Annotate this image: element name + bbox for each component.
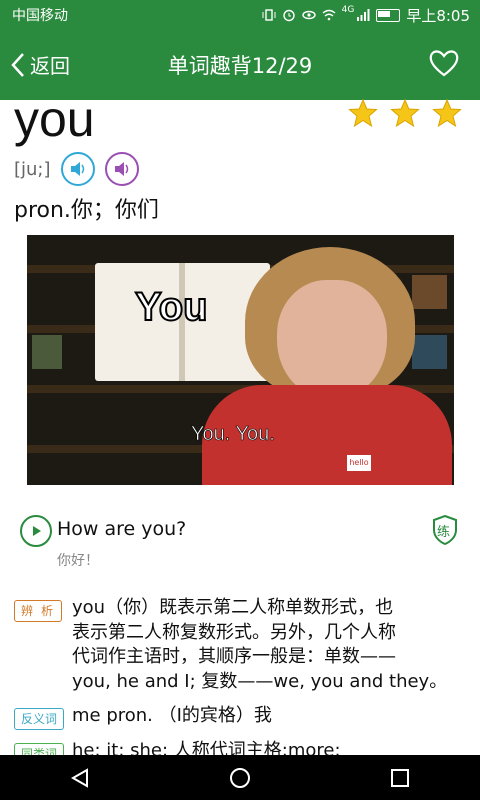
example-translation: 你好！ <box>57 553 99 569</box>
nav-back-button[interactable] <box>65 763 95 793</box>
play-example-button[interactable] <box>20 515 52 547</box>
analysis-line: you（你）既表示第二人称单数形式，也 <box>72 597 394 618</box>
star-icon <box>390 98 420 128</box>
presenter-face <box>277 280 387 400</box>
status-icons: 4G 早上8:05 <box>262 5 470 26</box>
nav-recents-button[interactable] <box>385 763 415 793</box>
circle-home-icon <box>230 767 250 788</box>
square-recents-icon <box>391 768 409 787</box>
triangle-back-icon <box>70 767 88 788</box>
video-player[interactable]: You You. You. hello <box>27 235 454 485</box>
phonetic: [ju;] <box>14 158 51 180</box>
antonym-text: me pron. （I的宾格）我 <box>72 705 272 726</box>
practice-label: 练 <box>437 525 451 540</box>
analysis-text: you（你）既表示第二人称单数形式，也 表示第二人称复数形式。另外，几个人称 代… <box>72 596 464 694</box>
book <box>412 335 447 369</box>
analysis-tag: 辨析 <box>14 600 63 622</box>
rating-stars <box>348 98 462 128</box>
speaker-icon <box>114 162 128 176</box>
antonym-tag: 反义词 <box>14 708 65 730</box>
analysis-line: you, he and I; 复数——we, you and they。 <box>72 670 448 692</box>
analysis-line: 表示第二人称复数形式。另外，几个人称 <box>72 621 396 643</box>
wifi-icon <box>322 9 336 21</box>
phonetic-row: [ju;] <box>14 152 139 186</box>
status-bar: 中国移动 4G 早上8:05 <box>0 0 480 30</box>
signal-icon <box>357 9 370 21</box>
network-type: 4G <box>341 4 355 15</box>
uk-pronunciation-button[interactable] <box>60 152 95 186</box>
overlay-word: You <box>134 284 209 330</box>
star-icon <box>348 98 378 128</box>
book <box>412 275 447 309</box>
nav-home-button[interactable] <box>225 763 255 793</box>
star-icon <box>432 98 462 128</box>
battery-icon <box>376 8 401 22</box>
carrier-name: 中国移动 <box>12 8 68 24</box>
play-icon <box>33 526 41 536</box>
example-sentence: How are you? <box>57 518 187 540</box>
vibrate-icon <box>262 9 276 21</box>
eye-icon <box>301 10 316 20</box>
heart-icon[interactable] <box>428 48 460 78</box>
word-meaning: pron.你；你们 <box>14 198 159 223</box>
name-tag: hello <box>345 453 373 473</box>
clock: 早上8:05 <box>406 6 470 25</box>
analysis-line: 代词作主语时，其顺序一般是：单数—— <box>72 646 396 667</box>
us-pronunciation-button[interactable] <box>104 152 139 186</box>
word-title: you <box>14 91 95 147</box>
practice-button[interactable]: 练 <box>432 514 458 546</box>
video-subtitle: You. You. <box>191 423 275 446</box>
speaker-icon <box>70 162 84 176</box>
page-title: 单词趣背12/29 <box>167 54 313 78</box>
system-nav-bar <box>0 755 480 800</box>
book <box>32 335 62 369</box>
alarm-icon <box>282 9 295 22</box>
